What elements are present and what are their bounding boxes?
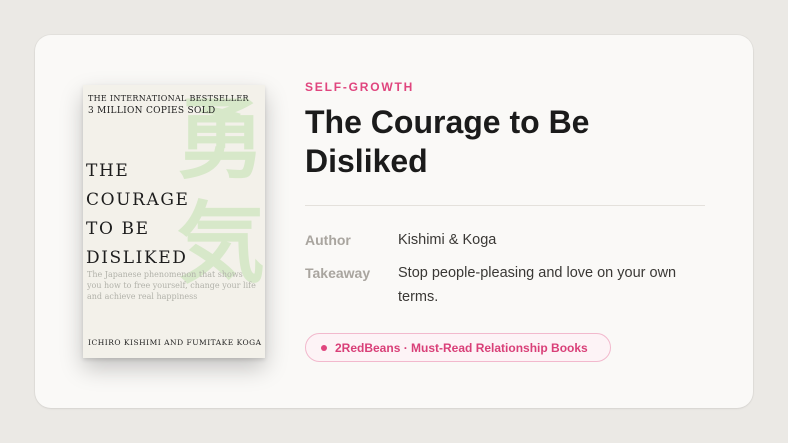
book-title: The Courage to Be Disliked: [305, 104, 590, 179]
divider: [305, 205, 705, 206]
category-label: SELF-GROWTH: [305, 80, 415, 94]
cover-tagline: THE INTERNATIONAL BESTSELLER 3 MILLION C…: [88, 93, 249, 117]
cover-authors: ICHIRO KISHIMI AND FUMITAKE KOGA: [88, 338, 262, 347]
cover-title: THE COURAGE TO BE DISLIKED: [86, 157, 190, 273]
collection-badge[interactable]: 2RedBeans · Must-Read Relationship Books: [305, 333, 611, 362]
takeaway-value: Stop people-pleasing and love on your ow…: [398, 265, 677, 305]
badge-dot-icon: [321, 344, 327, 351]
cover-title-line-1: THE: [86, 161, 130, 181]
cover-tagline-line-2: 3 MILLION COPIES SOLD: [88, 106, 216, 116]
takeaway-label: Takeaway: [305, 265, 371, 281]
book-card: 勇気 THE INTERNATIONAL BESTSELLER 3 MILLIO…: [35, 35, 753, 408]
badge-label: 2RedBeans · Must-Read Relationship Books: [335, 340, 588, 355]
author-value: Kishimi & Koga: [398, 232, 497, 248]
book-cover-image: 勇気 THE INTERNATIONAL BESTSELLER 3 MILLIO…: [83, 85, 265, 358]
cover-tagline-line-1: THE INTERNATIONAL BESTSELLER: [88, 94, 249, 103]
author-label: Author: [305, 232, 351, 248]
cover-title-line-3: TO BE: [86, 219, 150, 239]
cover-title-line-2: COURAGE: [86, 190, 190, 210]
cover-blurb: The Japanese phenomenon that shows you h…: [87, 270, 256, 301]
